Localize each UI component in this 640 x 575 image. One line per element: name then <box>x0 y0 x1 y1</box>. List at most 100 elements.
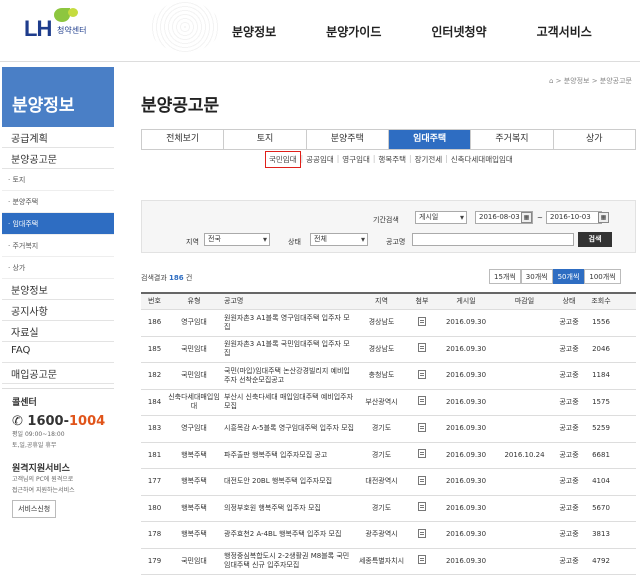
table-row[interactable]: 186영구임대원원자촌3 A1블록 영구임대주택 입주자 모집경상남도2016.… <box>141 310 636 337</box>
file-icon[interactable] <box>418 423 426 432</box>
file-icon[interactable] <box>418 476 426 485</box>
attachment-cell[interactable] <box>409 423 435 435</box>
sidebar-item[interactable]: 공지사항 <box>2 300 114 321</box>
cell-title[interactable]: 대전도안 20BL 행복주택 입주자모집 <box>220 477 354 486</box>
file-icon[interactable] <box>418 502 426 511</box>
category-tab[interactable]: 전체보기 <box>142 130 224 149</box>
attachment-cell[interactable] <box>409 529 435 541</box>
cell-region: 광주광역시 <box>354 530 409 539</box>
category-tab[interactable]: 분양주택 <box>307 130 389 149</box>
cell-title[interactable]: 부산시 신축다세대 매입임대주택 예비입주자 모집 <box>220 393 354 411</box>
nav-internet-subscription[interactable]: 인터넷청약 <box>431 23 486 40</box>
attachment-cell[interactable] <box>409 476 435 488</box>
status-select[interactable]: 전체 <box>310 233 368 246</box>
column-header: 상태 <box>552 297 586 306</box>
table-row[interactable]: 182국민임대국민(마입)임대주택 논산강경빌리지 예비입주자 선착순모집공고충… <box>141 363 636 390</box>
table-row[interactable]: 183영구임대시흥목감 A-5블록 영구임대주택 입주자 모집경기도2016.0… <box>141 416 636 443</box>
cell-title[interactable]: 시흥목감 A-5블록 영구임대주택 입주자 모집 <box>220 424 354 433</box>
nav-sales-guide[interactable]: 분양가이드 <box>326 23 381 40</box>
region-select[interactable]: 전국 <box>204 233 270 246</box>
sidebar-item[interactable]: · 주거복지 <box>2 235 114 257</box>
nav-customer-service[interactable]: 고객서비스 <box>537 23 592 40</box>
attachment-cell[interactable] <box>409 343 435 355</box>
notice-name-input[interactable] <box>412 233 574 246</box>
cell-region: 경기도 <box>354 424 409 433</box>
cell-title[interactable]: 국민(마입)임대주택 논산강경빌리지 예비입주자 선착순모집공고 <box>220 367 354 385</box>
sub-category-tab[interactable]: 영구임대 <box>339 154 373 168</box>
phone-suffix: 1004 <box>69 414 105 429</box>
file-icon[interactable] <box>418 555 426 564</box>
file-icon[interactable] <box>418 317 426 326</box>
attachment-cell[interactable] <box>409 396 435 408</box>
table-row[interactable]: 181행복주택파주출판 행복주택 입주자모집 공고경기도2016.09.3020… <box>141 443 636 470</box>
cell-type: 영구임대 <box>168 318 220 327</box>
sidebar-item[interactable]: · 임대주택 <box>2 213 114 235</box>
sub-category-tab[interactable]: 신축다세대매입임대 <box>448 154 516 168</box>
table-row[interactable]: 184신축다세대매입임대부산시 신축다세대 매입임대주택 예비입주자 모집부산광… <box>141 390 636 417</box>
attachment-cell[interactable] <box>409 370 435 382</box>
table-row[interactable]: 185국민임대원원자촌3 A1블록 국민임대주택 입주자 모집경상남도2016.… <box>141 337 636 364</box>
attachment-cell[interactable] <box>409 555 435 567</box>
sidebar-item[interactable]: 공급계획 <box>2 127 114 148</box>
cell-title[interactable]: 의정부호원 행복주택 입주자 모집 <box>220 504 354 513</box>
sidebar-item[interactable]: 분양정보 <box>2 279 114 300</box>
file-icon[interactable] <box>418 449 426 458</box>
table-row[interactable]: 179국민임대행정중심복합도시 2-2생활권 M8블록 국민임대주택 신규 입주… <box>141 549 636 575</box>
cell-title[interactable]: 원원자촌3 A1블록 영구임대주택 입주자 모집 <box>220 314 354 332</box>
date-to-input[interactable]: 2016-10-03 <box>546 211 602 224</box>
sub-category-tab[interactable]: 공공임대 <box>303 154 337 168</box>
service-request-button[interactable]: 서비스신청 <box>12 500 56 518</box>
lh-logo[interactable]: LH 청약센터 <box>24 6 114 40</box>
sub-category-tab[interactable]: 장기전세 <box>412 154 446 168</box>
global-nav: 분양정보 분양가이드 인터넷청약 고객서비스 <box>232 23 640 40</box>
sub-category-tab[interactable]: 행복주택 <box>375 154 409 168</box>
file-icon[interactable] <box>418 396 426 405</box>
sidebar-item[interactable]: 분양공고문 <box>2 148 114 169</box>
nav-sales-info[interactable]: 분양정보 <box>232 23 276 40</box>
cell-title[interactable]: 원원자촌3 A1블록 국민임대주택 입주자 모집 <box>220 340 354 358</box>
calendar-icon[interactable]: ▦ <box>598 212 609 223</box>
callcenter-box: 콜센터 ✆ 1600-1004 평일 09:00~18:00 토,일,공휴일 휴… <box>2 388 114 518</box>
cell-views: 1575 <box>586 398 616 407</box>
sidebar-item[interactable]: 자료실 <box>2 321 114 342</box>
attachment-cell[interactable] <box>409 502 435 514</box>
period-select[interactable]: 게시일 <box>415 211 467 224</box>
cell-title[interactable]: 광주효천2 A-4BL 행복주택 입주자 모집 <box>220 530 354 539</box>
page-size-button[interactable]: 50개씩 <box>553 269 585 284</box>
table-row[interactable]: 177행복주택대전도안 20BL 행복주택 입주자모집대전광역시2016.09.… <box>141 469 636 496</box>
category-tab[interactable]: 상가 <box>554 130 635 149</box>
sidebar-item[interactable]: · 상가 <box>2 257 114 279</box>
cell-status: 공고중 <box>552 424 586 433</box>
site-header: LH 청약센터 분양정보 분양가이드 인터넷청약 고객서비스 <box>0 0 640 62</box>
cell-title[interactable]: 행정중심복합도시 2-2생활권 M8블록 국민임대주택 신규 입주자모집 <box>220 552 354 570</box>
page-size-button[interactable]: 100개씩 <box>584 269 620 284</box>
page-size-button[interactable]: 30개씩 <box>521 269 553 284</box>
search-button[interactable]: 검색 <box>578 232 612 247</box>
category-tab[interactable]: 토지 <box>224 130 306 149</box>
attachment-cell[interactable] <box>409 317 435 329</box>
category-tab[interactable]: 주거복지 <box>471 130 553 149</box>
category-tab[interactable]: 임대주택 <box>389 130 471 149</box>
sidebar-item[interactable]: FAQ <box>2 342 114 363</box>
sub-category-tab[interactable]: 국민임대 <box>265 151 301 168</box>
cell-title[interactable]: 파주출판 행복주택 입주자모집 공고 <box>220 451 354 460</box>
page-size-button[interactable]: 15개씩 <box>489 269 521 284</box>
sidebar-item[interactable]: · 토지 <box>2 169 114 191</box>
callcenter-hours: 평일 09:00~18:00 <box>12 429 114 440</box>
cell-posted: 2016.09.30 <box>435 451 497 460</box>
file-icon[interactable] <box>418 529 426 538</box>
result-prefix: 검색결과 <box>141 274 167 282</box>
status-label: 상태 <box>288 237 301 247</box>
cell-posted: 2016.09.30 <box>435 318 497 327</box>
table-row[interactable]: 180행복주택의정부호원 행복주택 입주자 모집경기도2016.09.30공고중… <box>141 496 636 523</box>
file-icon[interactable] <box>418 370 426 379</box>
file-icon[interactable] <box>418 343 426 352</box>
sidebar-item[interactable]: 매입공고문 <box>2 363 114 384</box>
calendar-icon[interactable]: ▦ <box>521 212 532 223</box>
attachment-cell[interactable] <box>409 449 435 461</box>
table-row[interactable]: 178행복주택광주효천2 A-4BL 행복주택 입주자 모집광주광역시2016.… <box>141 522 636 549</box>
cell-no: 178 <box>141 530 168 539</box>
sidebar-item[interactable]: · 분양주택 <box>2 191 114 213</box>
cell-status: 공고중 <box>552 398 586 407</box>
cell-views: 5259 <box>586 424 616 433</box>
